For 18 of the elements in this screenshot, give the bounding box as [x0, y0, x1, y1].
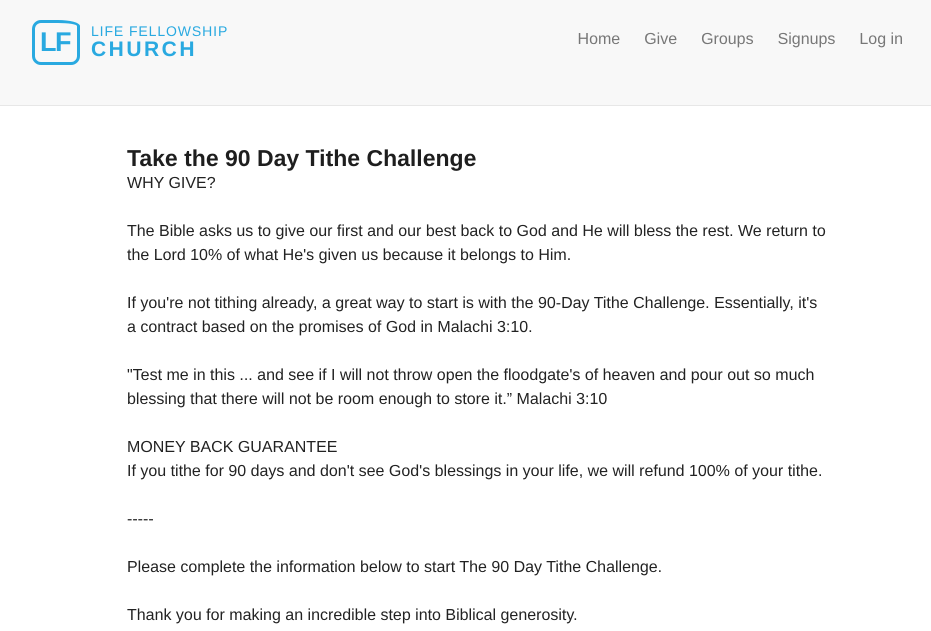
nav-link[interactable]: Home: [578, 30, 620, 50]
body-paragraph: If you tithe for 90 days and don't see God's blessings in your life, we will refund 100% of your tithe.: [127, 462, 824, 482]
logo-mark[interactable]: LF: [32, 20, 80, 65]
nav-link[interactable]: Signups: [778, 30, 836, 50]
nav-link[interactable]: Log in: [859, 30, 903, 50]
page-title: Take the 90 Day Tithe Challenge: [127, 144, 478, 172]
section-heading: MONEY BACK GUARANTEE: [127, 438, 338, 458]
body-paragraph: "Test me in this ... and see if I will not throw open the floodgate's of heaven and pour out so much blessing that there will not be room enough to store it.” Malachi 3:10: [127, 366, 816, 410]
body-paragraph: If you're not tithing already, a great way to start is with the 90-Day Tithe Challenge. Essentially, it's a contract based on the promises of God in Malachi 3:10.: [127, 294, 818, 338]
body-paragraph: The Bible asks us to give our first and our best back to God and He will bless the rest. We return to the Lord 10% of what He's given us because it belongs to Him.: [127, 222, 827, 266]
body-paragraph: Thank you for making an incredible step into Biblical generosity.: [127, 606, 579, 626]
body-paragraph: Please complete the information below to start The 90 Day Tithe Challenge.: [127, 558, 664, 578]
logo-name[interactable]: CHURCH: [91, 39, 228, 61]
body-paragraph: -----: [127, 510, 155, 530]
logo-name[interactable]: LIFE FELLOWSHIP: [91, 23, 228, 39]
page-subtitle: WHY GIVE?: [127, 174, 217, 194]
nav-link[interactable]: Give: [644, 30, 678, 50]
nav-link[interactable]: Groups: [701, 30, 754, 50]
